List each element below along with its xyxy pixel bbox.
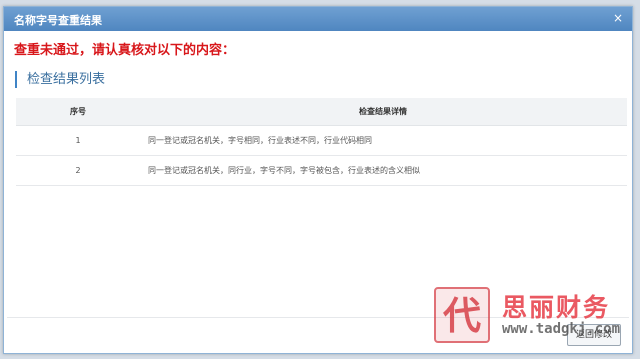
row-detail: 同一登记或冠名机关，字号相同，行业表述不同，行业代码相同 bbox=[140, 125, 627, 156]
table-header-row: 序号 检查结果详情 bbox=[16, 98, 627, 126]
column-header-no: 序号 bbox=[16, 98, 140, 126]
close-icon[interactable]: × bbox=[611, 11, 625, 25]
table-row: 1 同一登记或冠名机关，字号相同，行业表述不同，行业代码相同 bbox=[16, 125, 627, 156]
row-number: 1 bbox=[16, 125, 140, 156]
check-failed-alert: 查重未通过，请认真核对以下的内容： bbox=[14, 43, 236, 58]
table-row: 2 同一登记或冠名机关，同行业，字号不同，字号被包含，行业表述的含义相似 bbox=[16, 155, 627, 186]
check-result-dialog: 名称字号查重结果 × 查重未通过，请认真核对以下的内容： 检查结果列表 序号 检… bbox=[3, 6, 633, 354]
results-table: 序号 检查结果详情 1 同一登记或冠名机关，字号相同，行业表述不同，行业代码相同… bbox=[16, 98, 627, 186]
row-number: 2 bbox=[16, 155, 140, 186]
dialog-titlebar[interactable]: 名称字号查重结果 × bbox=[4, 7, 632, 31]
row-detail: 同一登记或冠名机关，同行业，字号不同，字号被包含，行业表述的含义相似 bbox=[140, 155, 627, 186]
column-header-detail: 检查结果详情 bbox=[140, 98, 627, 126]
dialog-title: 名称字号查重结果 bbox=[14, 14, 102, 27]
section-title: 检查结果列表 bbox=[15, 71, 105, 88]
return-modify-button[interactable]: 返回修改 bbox=[567, 324, 621, 346]
dialog-footer: 返回修改 bbox=[7, 317, 629, 350]
